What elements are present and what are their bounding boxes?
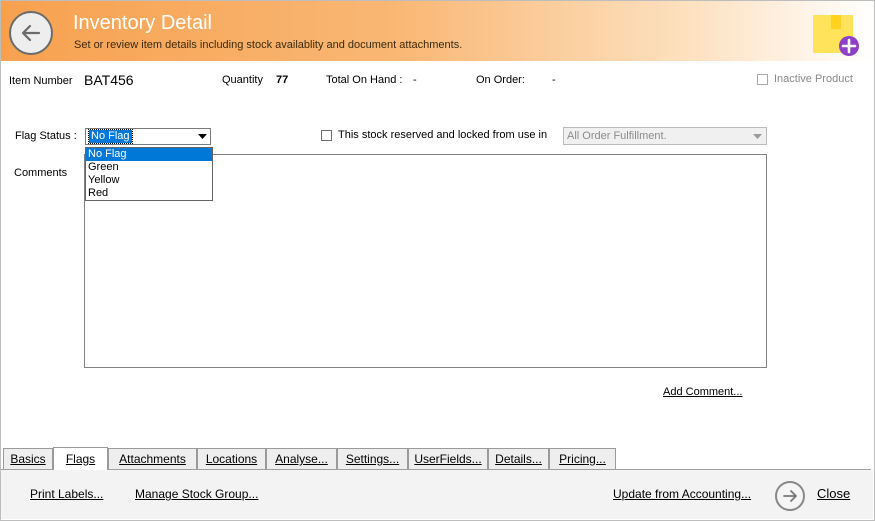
update-from-accounting-link[interactable]: Update from Accounting... — [613, 487, 751, 501]
flag-option-no-flag[interactable]: No Flag — [86, 148, 212, 161]
order-fulfillment-select[interactable]: All Order Fulfillment. — [563, 127, 767, 145]
page-subtitle: Set or review item details including sto… — [74, 39, 463, 51]
dropdown-arrow-icon[interactable] — [195, 130, 209, 143]
tab-pricing[interactable]: Pricing... — [549, 448, 616, 469]
arrow-right-icon — [783, 490, 797, 502]
total-on-hand-value: - — [413, 74, 417, 86]
dropdown-arrow-icon[interactable] — [751, 130, 764, 142]
tab-details-label: Details... — [495, 452, 542, 466]
header-banner: Inventory Detail Set or review item deta… — [1, 1, 874, 61]
flag-option-yellow[interactable]: Yellow — [86, 174, 212, 187]
quantity-value: 77 — [276, 74, 289, 86]
tab-settings[interactable]: Settings... — [337, 448, 408, 469]
quantity-label: Quantity — [222, 74, 263, 86]
manage-stock-group-link[interactable]: Manage Stock Group... — [135, 487, 258, 501]
reserve-stock-label: This stock reserved and locked from use … — [338, 129, 548, 141]
flag-status-dropdown-list: No Flag Green Yellow Red — [85, 147, 213, 201]
flag-status-selected-value: No Flag — [88, 129, 133, 144]
tab-analyse[interactable]: Analyse... — [266, 448, 337, 469]
tab-basics[interactable]: Basics — [3, 448, 53, 469]
tab-details[interactable]: Details... — [488, 448, 549, 469]
comments-label: Comments — [14, 167, 68, 179]
tab-attachments[interactable]: Attachments — [108, 448, 197, 469]
tab-basics-label: Basics — [10, 452, 46, 466]
close-arrow-button[interactable] — [775, 481, 805, 511]
add-comment-link[interactable]: Add Comment... — [663, 386, 742, 398]
tab-flags-label: Flags — [65, 452, 96, 466]
tab-userfields[interactable]: UserFields... — [408, 448, 488, 469]
tab-locations[interactable]: Locations — [197, 448, 266, 469]
order-fulfillment-value: All Order Fulfillment. — [567, 130, 667, 142]
add-attachment-button[interactable] — [813, 15, 859, 57]
page-title: Inventory Detail — [73, 12, 212, 34]
on-order-label: On Order: — [476, 74, 525, 86]
total-on-hand-label: Total On Hand : — [326, 74, 403, 86]
back-button[interactable] — [9, 11, 53, 55]
tab-flags[interactable]: Flags — [53, 447, 108, 470]
tab-attachments-label: Attachments — [119, 452, 186, 466]
flag-option-green[interactable]: Green — [86, 161, 212, 174]
tab-userfields-label: UserFields... — [414, 452, 482, 466]
inactive-product-checkbox[interactable]: Inactive Product — [757, 73, 853, 85]
inactive-product-label: Inactive Product — [774, 73, 853, 85]
item-number-label: Item Number — [9, 75, 73, 87]
close-link[interactable]: Close — [817, 486, 850, 501]
reserve-stock-checkbox[interactable]: This stock reserved and locked from use … — [321, 129, 547, 141]
tab-settings-label: Settings... — [345, 452, 400, 466]
inactive-checkbox-box[interactable] — [757, 73, 768, 85]
sticky-note-add-icon — [813, 15, 859, 56]
on-order-value: - — [552, 74, 556, 86]
tab-locations-label: Locations — [205, 452, 258, 466]
tab-analyse-label: Analyse... — [275, 452, 328, 466]
arrow-left-icon — [21, 24, 41, 42]
flag-option-red[interactable]: Red — [86, 187, 212, 200]
reserve-checkbox-box[interactable] — [321, 129, 332, 141]
item-number-value: BAT456 — [84, 72, 134, 88]
print-labels-link[interactable]: Print Labels... — [30, 487, 103, 501]
flag-status-label: Flag Status : — [15, 130, 77, 142]
flag-status-select[interactable]: No Flag — [85, 128, 211, 145]
tab-pricing-label: Pricing... — [559, 452, 606, 466]
